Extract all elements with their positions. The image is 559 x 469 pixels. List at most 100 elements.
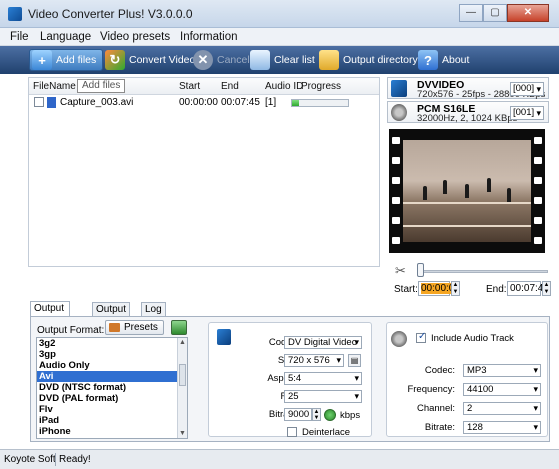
audio-format-box: PCM S16LE 32000Hz, 2, 1024 KBps [001]	[387, 101, 549, 124]
scissors-icon: ✂	[395, 263, 406, 278]
file-progress-bar	[291, 99, 349, 107]
file-audio-id: [1]	[265, 97, 277, 108]
output-directory-button[interactable]: Output directory	[319, 49, 418, 71]
format-list-item[interactable]: iPod	[37, 437, 187, 438]
format-list-item[interactable]: Audio Only	[37, 360, 187, 371]
convert-icon: ↻	[105, 50, 125, 70]
fps-dropdown[interactable]: 25	[284, 390, 362, 403]
output-format-label: Output Format:	[37, 325, 105, 336]
file-start: 00:00:00	[179, 97, 218, 108]
bitrate-apply-button[interactable]	[324, 409, 336, 421]
include-audio-checkbox[interactable]	[416, 331, 426, 343]
menu-bar: File Language Video presets Information	[0, 28, 559, 46]
video-size-dropdown[interactable]: 720 x 576	[284, 354, 344, 367]
audio-codec-dropdown[interactable]: MP3	[463, 364, 541, 377]
menu-video-presets[interactable]: Video presets	[100, 31, 170, 43]
audio-codec-label: Codec:	[424, 365, 455, 376]
video-icon	[391, 80, 407, 97]
about-button[interactable]: ? About	[418, 49, 469, 71]
end-time-input[interactable]: 00:07:45	[507, 281, 549, 296]
preview-frame	[403, 140, 531, 242]
start-time-input[interactable]: 00:00:00	[418, 281, 460, 296]
audio-bitrate-dropdown[interactable]: 128	[463, 421, 541, 434]
video-bitrate-input[interactable]: 9000	[284, 408, 312, 421]
video-format-box: DVVIDEO 720x576 - 25fps - 28800 KBps [00…	[387, 77, 549, 100]
file-list-header: FileName Add files Start End Audio ID Pr…	[29, 78, 379, 95]
frequency-dropdown[interactable]: 44100	[463, 383, 541, 396]
status-company: Koyote Soft	[4, 454, 56, 465]
add-files-label: Add files	[56, 54, 97, 66]
scroll-up-icon[interactable]: ▲	[178, 338, 187, 347]
size-lock-button[interactable]: ▤	[348, 354, 361, 367]
audio-settings-icon	[391, 331, 407, 347]
format-list-item[interactable]: Avi	[37, 371, 187, 382]
video-stream-select[interactable]: [000]	[510, 82, 544, 96]
convert-video-button[interactable]: ↻ Convert Video	[105, 49, 195, 71]
video-settings: Codec: DV Digital Video Size: 720 x 576 …	[208, 322, 372, 438]
menu-file[interactable]: File	[10, 31, 29, 43]
column-filename[interactable]: FileName	[33, 81, 76, 92]
end-label: End:	[486, 284, 507, 295]
start-time-spinner[interactable]: ▲ ▼	[451, 281, 460, 296]
trim-slider-thumb[interactable]	[417, 263, 424, 277]
end-time-spinner[interactable]: ▲ ▼	[542, 281, 551, 296]
cancel-button[interactable]: ✕ Cancel	[193, 49, 250, 71]
channel-dropdown[interactable]: 2	[463, 402, 541, 415]
column-audio-id[interactable]: Audio ID	[265, 81, 303, 92]
clear-list-label: Clear list	[274, 54, 315, 66]
format-list-item[interactable]: DVD (PAL format)	[37, 393, 187, 404]
file-row-checkbox[interactable]	[34, 97, 44, 107]
save-icon[interactable]	[171, 320, 187, 335]
scroll-down-icon[interactable]: ▼	[178, 429, 187, 438]
minimize-button[interactable]: —	[459, 4, 483, 22]
tab-output-path[interactable]: Output Path	[92, 302, 131, 328]
title-bar: Video Converter Plus! V3.0.0.0 — ▢ ✕	[0, 0, 559, 28]
file-list[interactable]: FileName Add files Start End Audio ID Pr…	[28, 77, 380, 267]
aspect-dropdown[interactable]: 5:4	[284, 372, 362, 385]
status-message: Ready!	[59, 454, 91, 465]
file-name: Capture_003.avi	[60, 97, 134, 108]
progress-fill	[292, 100, 299, 106]
column-end[interactable]: End	[221, 81, 239, 92]
format-list-item[interactable]: iPhone	[37, 426, 187, 437]
menu-language[interactable]: Language	[40, 31, 91, 43]
format-list-item[interactable]: DVD (NTSC format)	[37, 382, 187, 393]
format-list-scrollbar[interactable]: ▲ ▼	[177, 338, 187, 438]
presets-button[interactable]: Presets	[105, 320, 164, 335]
about-label: About	[442, 54, 470, 66]
deinterlace-label: Deinterlace	[302, 427, 351, 438]
format-list-item[interactable]: 3g2	[37, 338, 187, 349]
trim-slider[interactable]	[418, 270, 548, 273]
audio-settings: Include Audio Track Codec: MP3 Frequency…	[386, 322, 548, 437]
bitrate-unit: kbps	[340, 410, 361, 421]
file-row[interactable]: Capture_003.avi 00:00:00 00:07:45 [1]	[29, 96, 379, 110]
video-codec-dropdown[interactable]: DV Digital Video	[284, 336, 362, 349]
output-directory-label: Output directory	[343, 54, 418, 66]
bitrate-spinner[interactable]: ▲ ▼	[312, 408, 321, 421]
deinterlace-checkbox[interactable]	[287, 427, 297, 437]
tab-log[interactable]: Log	[141, 302, 166, 317]
video-preview	[389, 129, 545, 253]
audio-format-details: 32000Hz, 2, 1024 KBps	[417, 113, 518, 124]
format-list-item[interactable]: 3gp	[37, 349, 187, 360]
clear-list-button[interactable]: Clear list	[250, 49, 315, 71]
maximize-button[interactable]: ▢	[483, 4, 507, 22]
cancel-icon: ✕	[193, 50, 213, 70]
column-progress[interactable]: Progress	[301, 81, 341, 92]
window-title: Video Converter Plus! V3.0.0.0	[28, 7, 193, 21]
close-button[interactable]: ✕	[507, 4, 549, 22]
format-list-item[interactable]: Flv	[37, 404, 187, 415]
audio-stream-select[interactable]: [001]	[510, 106, 544, 120]
column-start[interactable]: Start	[179, 81, 200, 92]
format-list-item[interactable]: iPad	[37, 415, 187, 426]
app-icon	[8, 7, 22, 21]
add-files-button[interactable]: + Add files	[29, 49, 104, 71]
channel-label: Channel:	[416, 403, 455, 414]
add-files-icon: +	[32, 50, 52, 70]
menu-information[interactable]: Information	[180, 31, 238, 43]
convert-video-label: Convert Video	[129, 54, 196, 66]
scroll-thumb[interactable]	[179, 364, 186, 386]
format-list-items: 3g2 3gp Audio Only Avi DVD (NTSC format) DVD …	[37, 338, 187, 438]
status-separator	[55, 453, 56, 466]
format-list[interactable]: 3g2 3gp Audio Only Avi DVD (NTSC format) DVD …	[36, 337, 188, 439]
